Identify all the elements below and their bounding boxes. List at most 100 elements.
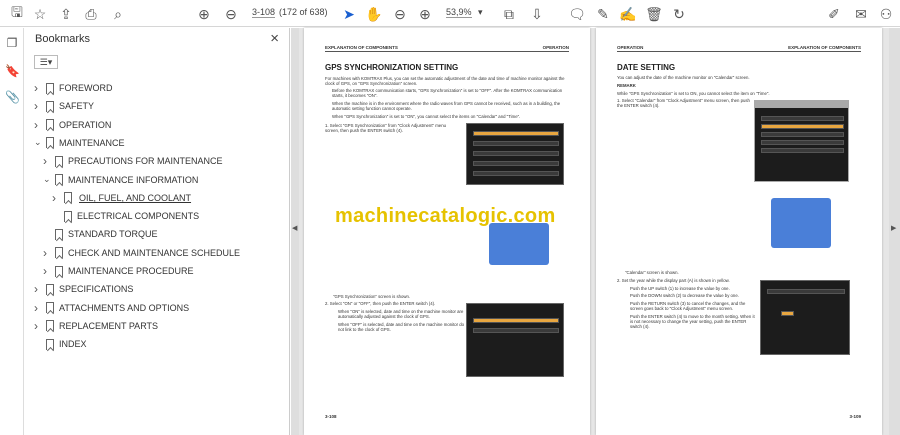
rotate-icon[interactable]: ↻ [670, 5, 688, 23]
bookmark-item[interactable]: STANDARD TORQUE [43, 226, 158, 242]
bookmark-item[interactable]: › FOREWORD [34, 80, 113, 96]
select-cursor-icon[interactable]: ➤ [340, 5, 358, 23]
bookmark-label: PRECAUTIONS FOR MAINTENANCE [68, 156, 223, 167]
chevron-right-icon[interactable]: › [34, 301, 44, 315]
comment-icon[interactable]: 🗨 [568, 5, 586, 23]
scroll-mode-icon[interactable]: ⇩ [528, 5, 546, 23]
upload-icon[interactable]: ⇪ [57, 5, 75, 23]
header-right: EXPLANATION OF COMPONENTS [788, 45, 861, 50]
calendar-screen-figure [760, 280, 850, 355]
bookmark-icon [46, 283, 54, 295]
step-1: 1. Select "GPS Synchronization" from "Cl… [325, 123, 446, 134]
chevron-right-icon[interactable]: › [34, 282, 44, 296]
bookmark-item[interactable]: › SAFETY [34, 98, 94, 114]
gps-onoff-screen-figure [466, 303, 564, 377]
page-up-icon[interactable]: ⊕ [195, 5, 213, 23]
bookmark-star-icon[interactable]: ☆ [31, 5, 49, 23]
page-down-icon[interactable]: ⊖ [222, 5, 240, 23]
hand-icon[interactable]: ✋ [365, 5, 383, 23]
bookmark-item[interactable]: INDEX [34, 336, 87, 352]
bookmark-icon [55, 247, 63, 259]
delete-icon[interactable]: 🗑 [645, 5, 663, 23]
zoom-dropdown-icon[interactable]: ▾ [478, 7, 483, 18]
bookmarks-icon[interactable]: 🔖 [5, 64, 20, 78]
bookmark-label: OIL, FUEL, AND COOLANT [79, 192, 192, 203]
email-icon[interactable]: ✉ [852, 5, 870, 23]
page-input[interactable]: 3-108 [252, 7, 276, 18]
search-icon[interactable]: ⌕ [109, 5, 127, 23]
bookmark-item[interactable]: › CHECK AND MAINTENANCE SCHEDULE [43, 245, 240, 261]
bookmark-icon [46, 302, 54, 314]
chevron-right-icon[interactable]: › [43, 246, 53, 260]
chevron-right-icon[interactable]: › [34, 81, 44, 95]
bookmark-item[interactable]: › OIL, FUEL, AND COOLANT [52, 190, 193, 206]
page-left: EXPLANATION OF COMPONENTS OPERATION GPS S… [304, 28, 590, 435]
highlight-icon[interactable]: ✎ [594, 5, 612, 23]
header-left: OPERATION [617, 45, 644, 50]
bookmark-options-button[interactable]: ☰▾ [34, 55, 58, 69]
bullet: Push the DOWN switch (2) to decrease the… [630, 293, 739, 299]
account-icon[interactable]: ⚇ [877, 5, 895, 23]
chevron-right-icon[interactable]: › [52, 191, 62, 205]
step-2: 2. Select "ON" or "OFF", then push the E… [325, 301, 436, 306]
bullet-list: Before the KOMTRAX communication starts,… [332, 88, 565, 119]
print-icon[interactable]: ⎙ [82, 5, 100, 23]
bookmark-item[interactable]: › MAINTENANCE PROCEDURE [43, 263, 194, 279]
zoom-in-icon[interactable]: ⊕ [416, 5, 434, 23]
bookmark-icon [64, 192, 72, 204]
sign-icon[interactable]: ✍ [619, 5, 637, 23]
page-number: 3-109 [849, 413, 861, 419]
bookmark-item[interactable]: › SPECIFICATIONS [34, 281, 133, 297]
bookmark-icon [55, 265, 63, 277]
fit-page-icon[interactable]: ⧉ [500, 5, 518, 23]
bookmark-label: MAINTENANCE PROCEDURE [68, 266, 194, 276]
chevron-down-icon[interactable]: ⌄ [43, 174, 53, 185]
bookmark-label: SAFETY [59, 101, 95, 112]
header-right: OPERATION [542, 45, 569, 50]
bullet: When the machine is in the environment w… [332, 100, 561, 112]
bookmark-icon [64, 210, 72, 222]
page-thumbnails-icon[interactable]: ❐ [5, 36, 19, 50]
bookmark-icon [46, 338, 54, 350]
header-left: EXPLANATION OF COMPONENTS [325, 45, 398, 50]
chevron-right-icon[interactable]: › [34, 99, 44, 113]
bookmark-label: ELECTRICAL COMPONENTS [77, 211, 200, 222]
chevron-right-icon[interactable]: › [43, 154, 53, 168]
bookmark-item[interactable]: › OPERATION [34, 117, 111, 133]
left-page-scroll-handle[interactable]: ◀ [291, 28, 299, 435]
bookmark-item[interactable]: ELECTRICAL COMPONENTS [52, 208, 199, 224]
intro-text: You can adjust the date of the machine m… [617, 75, 750, 80]
bookmark-icon [46, 100, 54, 112]
vertical-scrollbar[interactable]: ▶ [889, 28, 900, 435]
bookmark-item[interactable]: › PRECAUTIONS FOR MAINTENANCE [43, 153, 223, 169]
bookmark-label: ATTACHMENTS AND OPTIONS [59, 302, 190, 313]
page-number: 3-108 [325, 413, 337, 419]
intro-text: For machines with KOMTRAX Plus, you can … [325, 76, 565, 87]
navigation-rail: ❐ 🔖 📎 [0, 28, 24, 435]
switch-panel-figure [489, 223, 549, 265]
zoom-out-icon[interactable]: ⊖ [391, 5, 409, 23]
bookmark-item[interactable]: › ATTACHMENTS AND OPTIONS [34, 300, 189, 316]
chevron-right-icon[interactable]: › [34, 319, 44, 333]
bullet: Push the UP switch (1) to increase the v… [630, 286, 730, 291]
step-2: 2. Set the year while the display part (… [617, 278, 730, 283]
save-icon[interactable]: 🖫 [8, 4, 26, 23]
close-icon[interactable]: × [270, 30, 279, 47]
bookmark-icon [46, 82, 54, 94]
bullet: Push the ENTER switch (4) to move to the… [630, 313, 755, 330]
attachments-icon[interactable]: 📎 [5, 90, 20, 104]
bookmark-icon [55, 228, 63, 240]
bookmark-item[interactable]: ⌄ MAINTENANCE [34, 135, 125, 151]
chevron-down-icon[interactable]: ⌄ [34, 137, 44, 148]
bookmark-item[interactable]: › REPLACEMENT PARTS [34, 318, 158, 334]
bookmark-icon [46, 137, 54, 149]
remark-title: REMARK [617, 83, 636, 88]
zoom-input[interactable]: 53,9% [446, 7, 472, 18]
chevron-right-icon[interactable]: › [34, 118, 44, 132]
chevron-right-icon[interactable]: › [43, 264, 53, 278]
section-title: GPS SYNCHRONIZATION SETTING [325, 63, 459, 72]
bookmark-item[interactable]: ⌄ MAINTENANCE INFORMATION [43, 172, 198, 188]
toolbar: 🖫 ☆ ⇪ ⎙ ⌕ ⊕ ⊖ 3-108 (172 of 638) ➤ ✋ ⊖ ⊕… [0, 0, 900, 27]
share-icon[interactable]: ✐ [825, 5, 843, 23]
bookmark-icon [55, 174, 63, 185]
